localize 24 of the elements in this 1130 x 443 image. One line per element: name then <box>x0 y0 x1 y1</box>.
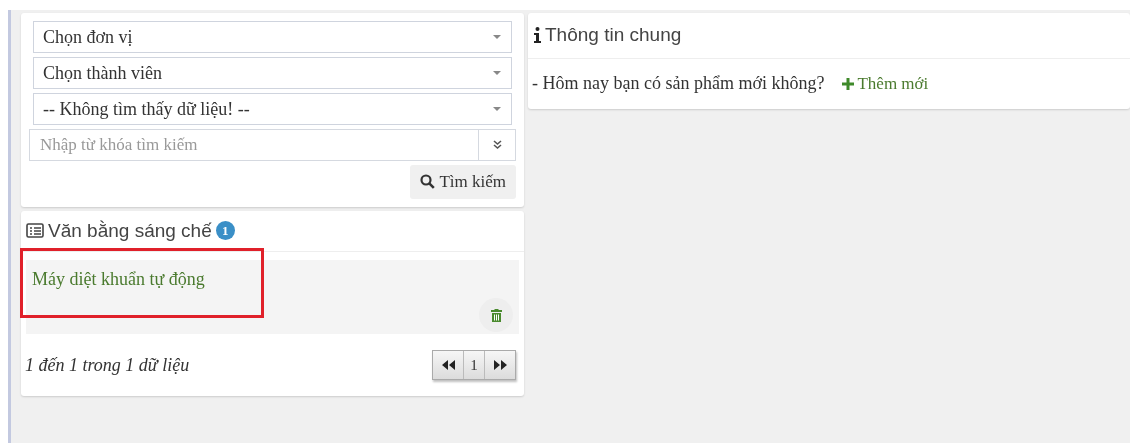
caret-icon <box>493 107 501 111</box>
trash-icon <box>490 308 502 322</box>
search-button[interactable]: Tìm kiếm <box>410 165 516 199</box>
select-field[interactable]: Chọn thành viên <box>33 57 512 89</box>
pagination-summary: 1 đến 1 trong 1 dữ liệu <box>25 353 190 377</box>
search-field[interactable]: Nhập từ khóa tìm kiếm <box>29 129 479 161</box>
select-field[interactable]: Chọn đơn vị <box>33 21 512 53</box>
fast-forward-icon <box>493 360 507 370</box>
plus-icon <box>842 77 855 90</box>
add-new-link[interactable]: Thêm mới <box>842 70 929 97</box>
rewind-icon <box>441 360 455 370</box>
question-text: - Hôm nay bạn có sản phẩm mới không? <box>532 72 825 95</box>
count-badge: 1 <box>215 221 235 241</box>
info-icon <box>534 27 541 44</box>
item-link[interactable]: Máy diệt khuẩn tự động <box>32 269 205 289</box>
section-title: Văn bằng sáng chế <box>48 218 212 243</box>
section-title: Thông tin chung <box>545 23 682 47</box>
list-icon <box>26 223 44 239</box>
search-icon <box>420 174 436 190</box>
double-chevron-icon <box>492 140 502 150</box>
caret-icon <box>493 71 501 75</box>
caret-icon <box>493 35 501 39</box>
delete-button[interactable] <box>479 298 513 332</box>
select-field[interactable]: -- Không tìm thấy dữ liệu! -- <box>33 93 512 125</box>
